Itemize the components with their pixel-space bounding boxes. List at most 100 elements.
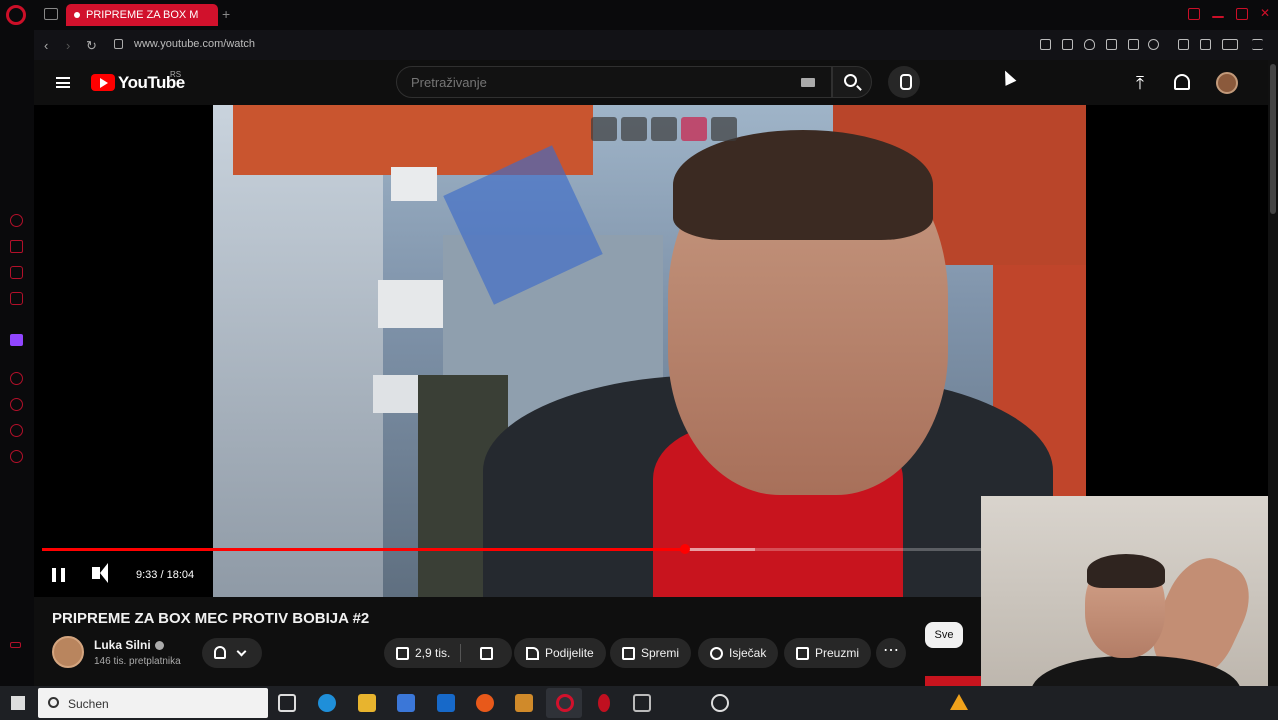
channel-name[interactable]: Luka Silni xyxy=(94,638,164,652)
shield-icon[interactable] xyxy=(1084,39,1095,50)
back-icon[interactable]: ‹ xyxy=(44,38,48,53)
youtube-logo-icon[interactable] xyxy=(91,74,115,91)
maximize-button[interactable] xyxy=(1236,8,1248,20)
new-tab-button[interactable]: + xyxy=(222,6,230,22)
download-icon[interactable] xyxy=(1200,39,1211,50)
like-count: 2,9 tis. xyxy=(415,646,451,660)
channel-name-text[interactable]: Luka Silni xyxy=(94,638,151,652)
sidebar-bag-icon[interactable] xyxy=(10,240,23,253)
tab-title: PRIPREME ZA BOX M xyxy=(86,9,199,21)
audio-icon xyxy=(74,12,80,18)
scene-ac-unit xyxy=(391,167,437,201)
save-label: Spremi xyxy=(641,646,680,660)
search-icon xyxy=(48,697,59,708)
download-icon xyxy=(796,646,809,660)
lucid-mode-icon[interactable] xyxy=(681,117,707,141)
detach-icon[interactable] xyxy=(621,117,647,141)
sidebar-more-icon[interactable] xyxy=(10,642,21,648)
lock-icon[interactable] xyxy=(114,39,123,49)
windows-start-icon[interactable] xyxy=(11,696,25,710)
download-button[interactable]: Preuzmi xyxy=(784,638,872,668)
snapshot-icon[interactable] xyxy=(1188,8,1200,20)
video-title: PRIPREME ZA BOX MEC PROTIV BOBIJA #2 xyxy=(52,610,370,627)
close-button[interactable]: ✕ xyxy=(1260,6,1272,20)
webcam-person-hair xyxy=(1087,554,1165,588)
obs-icon[interactable] xyxy=(711,694,729,712)
translate-icon[interactable] xyxy=(1106,39,1117,50)
share-icon xyxy=(526,646,539,660)
browser-tab-active[interactable]: PRIPREME ZA BOX M xyxy=(66,4,218,26)
opera-gx-icon[interactable] xyxy=(598,694,610,712)
extension-box-icon[interactable] xyxy=(1062,39,1073,50)
popout-icon[interactable] xyxy=(591,117,617,141)
clip-label: Isječak xyxy=(729,646,767,660)
filter-chip-all[interactable]: Sve xyxy=(925,622,963,648)
app-icon[interactable] xyxy=(515,694,533,712)
taskbar-search[interactable]: Suchen xyxy=(38,688,268,718)
account-avatar[interactable] xyxy=(1216,72,1238,94)
scrollbar-thumb[interactable] xyxy=(1270,64,1276,214)
bookmark-icon xyxy=(622,646,635,660)
extension-pin-icon[interactable] xyxy=(1040,39,1051,50)
opera-icon[interactable] xyxy=(556,694,574,712)
country-code: RS xyxy=(170,70,182,79)
channel-avatar[interactable] xyxy=(52,636,84,668)
task-view-icon[interactable] xyxy=(278,694,296,712)
sidebar-history-icon[interactable] xyxy=(10,214,23,227)
subscription-bell-button[interactable] xyxy=(202,638,262,668)
play-icon[interactable] xyxy=(1128,39,1139,50)
browser-sidebar xyxy=(0,30,34,686)
snipping-icon[interactable] xyxy=(633,694,651,712)
file-explorer-icon[interactable] xyxy=(358,694,376,712)
search-button[interactable] xyxy=(832,66,872,98)
scissors-icon xyxy=(710,646,723,660)
progress-played xyxy=(42,548,686,551)
firefox-icon[interactable] xyxy=(476,694,494,712)
account-icon[interactable] xyxy=(1178,39,1189,50)
clip-button[interactable]: Isječak xyxy=(698,638,779,668)
dislike-button[interactable] xyxy=(468,638,512,668)
outlook-icon[interactable] xyxy=(437,694,455,712)
search-icon xyxy=(844,74,857,87)
share-button[interactable]: Podijelite xyxy=(514,638,606,668)
notifications-bell-icon[interactable] xyxy=(1174,74,1190,90)
reload-icon[interactable]: ↻ xyxy=(86,38,97,54)
volume-icon[interactable] xyxy=(92,563,108,583)
skip-icon[interactable] xyxy=(651,117,677,141)
voice-search-button[interactable] xyxy=(888,66,920,98)
opera-logo-icon[interactable] xyxy=(6,5,26,25)
page-scrollbar[interactable] xyxy=(1268,60,1278,686)
subscriber-count: 146 tis. pretplatnika xyxy=(94,656,181,667)
sidebar-twitch-icon[interactable] xyxy=(10,334,23,346)
snapshot-icon[interactable] xyxy=(711,117,737,141)
more-actions-button[interactable]: ⋯ xyxy=(876,638,906,668)
sidebar-clock-icon[interactable] xyxy=(10,398,23,411)
ad-blocker-icon[interactable] xyxy=(1222,39,1238,50)
thumbs-up-icon xyxy=(396,646,409,660)
sidebar-vk-icon[interactable] xyxy=(10,292,23,305)
hamburger-menu-icon[interactable] xyxy=(56,77,70,88)
warning-icon[interactable] xyxy=(950,694,968,710)
save-button[interactable]: Spremi xyxy=(610,638,692,668)
video-popout-controls xyxy=(591,117,737,141)
sidebar-player-icon[interactable] xyxy=(10,372,23,385)
thumbs-down-icon xyxy=(480,646,493,660)
share-label: Podijelite xyxy=(545,646,594,660)
keyboard-icon[interactable] xyxy=(801,78,815,87)
store-icon[interactable] xyxy=(397,694,415,712)
menu-icon[interactable] xyxy=(1252,39,1263,50)
edge-icon[interactable] xyxy=(318,694,336,712)
create-upload-icon[interactable]: ⤒ xyxy=(1136,74,1144,92)
minimize-button[interactable] xyxy=(1212,16,1224,18)
video-frame[interactable] xyxy=(213,105,1086,597)
pause-icon[interactable] xyxy=(52,568,65,582)
search-input[interactable] xyxy=(411,75,791,90)
sidebar-messenger-icon[interactable] xyxy=(10,266,23,279)
tab-menu-icon[interactable] xyxy=(44,8,58,20)
scene-building xyxy=(213,105,383,597)
url-field[interactable]: www.youtube.com/watch xyxy=(134,38,255,50)
sidebar-settings-icon[interactable] xyxy=(10,450,23,463)
sidebar-heart-icon[interactable] xyxy=(10,424,23,437)
forward-icon[interactable]: › xyxy=(66,38,70,53)
heart-icon[interactable] xyxy=(1148,39,1159,50)
